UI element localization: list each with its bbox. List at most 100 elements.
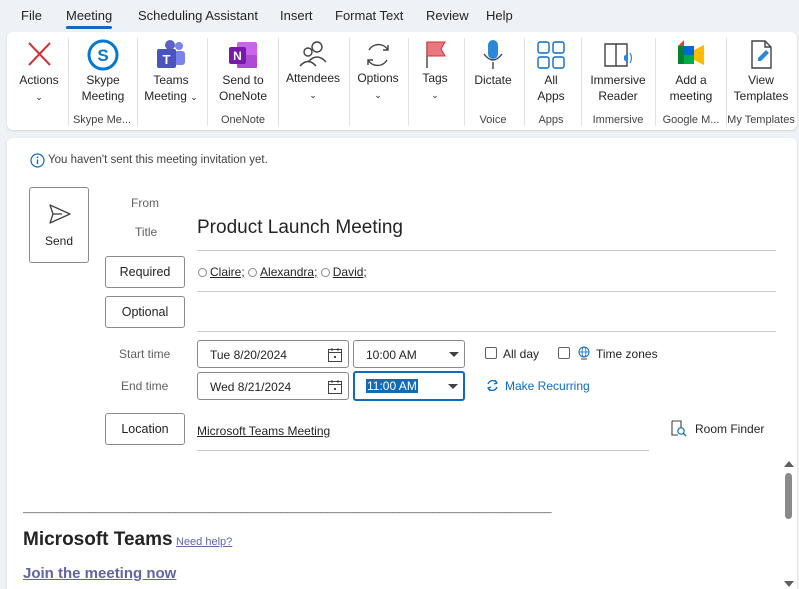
skype-label-1: Skype bbox=[86, 73, 120, 87]
menu-scheduling-assistant[interactable]: Scheduling Assistant bbox=[138, 8, 258, 23]
google-meet-icon bbox=[678, 40, 704, 65]
group-label-onenote: OneNote bbox=[220, 114, 266, 126]
ribbon: Actions ⌄ S Skype Meeting Skype Me... T Te… bbox=[7, 32, 797, 130]
chevron-down-icon: ⌄ bbox=[190, 92, 198, 102]
microphone-icon bbox=[483, 40, 503, 69]
end-date-value: Wed 8/21/2024 bbox=[210, 380, 292, 394]
dropdown-arrow-icon bbox=[449, 352, 459, 357]
info-icon bbox=[30, 153, 45, 168]
group-label-immersive: Immersive bbox=[592, 114, 644, 126]
title-input[interactable]: Product Launch Meeting bbox=[197, 217, 403, 239]
all-day-checkbox[interactable] bbox=[485, 347, 497, 359]
group-label-skype: Skype Me... bbox=[72, 114, 132, 126]
immersive-label-1: Immersive bbox=[590, 73, 646, 87]
immersive-label-2: Reader bbox=[598, 89, 638, 103]
chevron-down-icon: ⌄ bbox=[374, 90, 382, 100]
flag-icon bbox=[426, 41, 446, 68]
required-attendees-field[interactable]: Claire; Alexandra; David; bbox=[198, 265, 367, 279]
immersive-reader-icon bbox=[604, 43, 633, 67]
end-time-label: End time bbox=[121, 379, 169, 393]
start-date-value: Tue 8/20/2024 bbox=[210, 348, 287, 362]
optional-button[interactable]: Optional bbox=[105, 296, 185, 328]
add-meeting-label-2: meeting bbox=[669, 89, 713, 103]
from-label: From bbox=[131, 196, 159, 210]
add-meeting-label-1: Add a bbox=[675, 73, 707, 87]
menu-help[interactable]: Help bbox=[486, 8, 513, 23]
send-button[interactable]: Send bbox=[29, 187, 89, 263]
attendees-label: Attendees bbox=[285, 71, 341, 85]
group-label-templates: My Templates bbox=[727, 114, 795, 126]
chevron-down-icon: ⌄ bbox=[431, 90, 439, 100]
group-label-voice: Voice bbox=[479, 114, 507, 126]
required-button[interactable]: Required bbox=[105, 256, 185, 288]
end-date-picker[interactable]: Wed 8/21/2024 bbox=[197, 372, 349, 400]
menu-meeting[interactable]: Meeting bbox=[66, 8, 113, 29]
menu-review[interactable]: Review bbox=[426, 8, 469, 23]
presence-icon bbox=[320, 268, 330, 277]
teams-label-1: Teams bbox=[153, 73, 189, 87]
presence-icon bbox=[198, 268, 207, 277]
dictate-label: Dictate bbox=[474, 73, 512, 87]
menu-bar: File Meeting Scheduling Assistant Insert… bbox=[0, 0, 799, 32]
tags-label: Tags bbox=[422, 71, 448, 85]
teams-icon: T bbox=[157, 40, 185, 68]
room-finder-icon bbox=[671, 420, 687, 437]
apps-grid-icon bbox=[537, 41, 565, 69]
scroll-down-icon[interactable] bbox=[784, 581, 794, 587]
recurring-icon bbox=[487, 379, 498, 392]
presence-icon bbox=[248, 268, 258, 277]
title-label: Title bbox=[135, 225, 158, 239]
start-date-picker[interactable]: Tue 8/20/2024 bbox=[197, 340, 349, 368]
teams-meeting-button[interactable]: T Teams Meeting ⌄ bbox=[141, 32, 201, 130]
svg-text:N: N bbox=[233, 49, 242, 63]
make-recurring-link[interactable]: Make Recurring bbox=[505, 379, 590, 393]
room-finder-button[interactable]: Room Finder bbox=[695, 422, 764, 436]
tags-button[interactable]: Tags ⌄ bbox=[413, 32, 457, 130]
menu-insert[interactable]: Insert bbox=[280, 8, 313, 23]
group-label-google: Google M... bbox=[662, 114, 720, 126]
globe-icon bbox=[578, 346, 590, 360]
calendar-icon[interactable] bbox=[327, 379, 343, 395]
scrollbar-thumb[interactable] bbox=[785, 473, 792, 519]
end-time-dropdown[interactable]: 11:00 AM bbox=[353, 371, 465, 401]
attendee-david[interactable]: David; bbox=[333, 265, 367, 279]
svg-text:T: T bbox=[163, 52, 171, 67]
skype-icon: S bbox=[87, 39, 119, 71]
onenote-label-2: OneNote bbox=[218, 89, 268, 103]
all-apps-label-1: All bbox=[544, 73, 558, 87]
menu-format-text[interactable]: Format Text bbox=[335, 8, 403, 23]
time-zones-label: Time zones bbox=[596, 347, 658, 361]
scroll-up-icon[interactable] bbox=[784, 461, 794, 467]
teams-heading: Microsoft Teams bbox=[23, 529, 173, 550]
vertical-scrollbar[interactable] bbox=[780, 455, 797, 589]
delete-x-icon bbox=[28, 42, 51, 66]
options-button[interactable]: Options ⌄ bbox=[353, 32, 403, 130]
join-meeting-link[interactable]: Join the meeting now bbox=[23, 565, 176, 582]
options-label: Options bbox=[357, 71, 399, 85]
attendees-icon bbox=[299, 41, 327, 67]
options-refresh-icon bbox=[367, 43, 389, 67]
time-zones-checkbox[interactable] bbox=[558, 347, 570, 359]
templates-label-2: Templates bbox=[733, 89, 789, 103]
calendar-icon[interactable] bbox=[327, 347, 343, 363]
need-help-link[interactable]: Need help? bbox=[176, 536, 232, 548]
actions-button[interactable]: Actions ⌄ bbox=[13, 32, 65, 130]
start-time-dropdown[interactable]: 10:00 AM bbox=[353, 340, 465, 368]
group-label-apps: Apps bbox=[538, 114, 564, 126]
location-input[interactable]: Microsoft Teams Meeting bbox=[197, 424, 330, 438]
end-time-value: 11:00 AM bbox=[366, 379, 418, 393]
chevron-down-icon: ⌄ bbox=[309, 90, 317, 100]
attendee-claire[interactable]: Claire; bbox=[210, 265, 245, 279]
menu-file[interactable]: File bbox=[21, 8, 42, 23]
all-day-label: All day bbox=[503, 347, 540, 361]
attendee-alexandra[interactable]: Alexandra; bbox=[260, 265, 317, 279]
actions-label: Actions bbox=[19, 73, 59, 87]
location-button[interactable]: Location bbox=[105, 413, 185, 445]
info-message: You haven't sent this meeting invitation… bbox=[48, 154, 268, 166]
optional-attendees-field[interactable] bbox=[197, 331, 776, 332]
svg-text:S: S bbox=[97, 46, 108, 65]
skype-label-2: Meeting bbox=[81, 89, 125, 103]
send-icon bbox=[49, 204, 71, 224]
attendees-button[interactable]: Attendees ⌄ bbox=[282, 32, 344, 130]
onenote-icon: N bbox=[229, 42, 257, 68]
